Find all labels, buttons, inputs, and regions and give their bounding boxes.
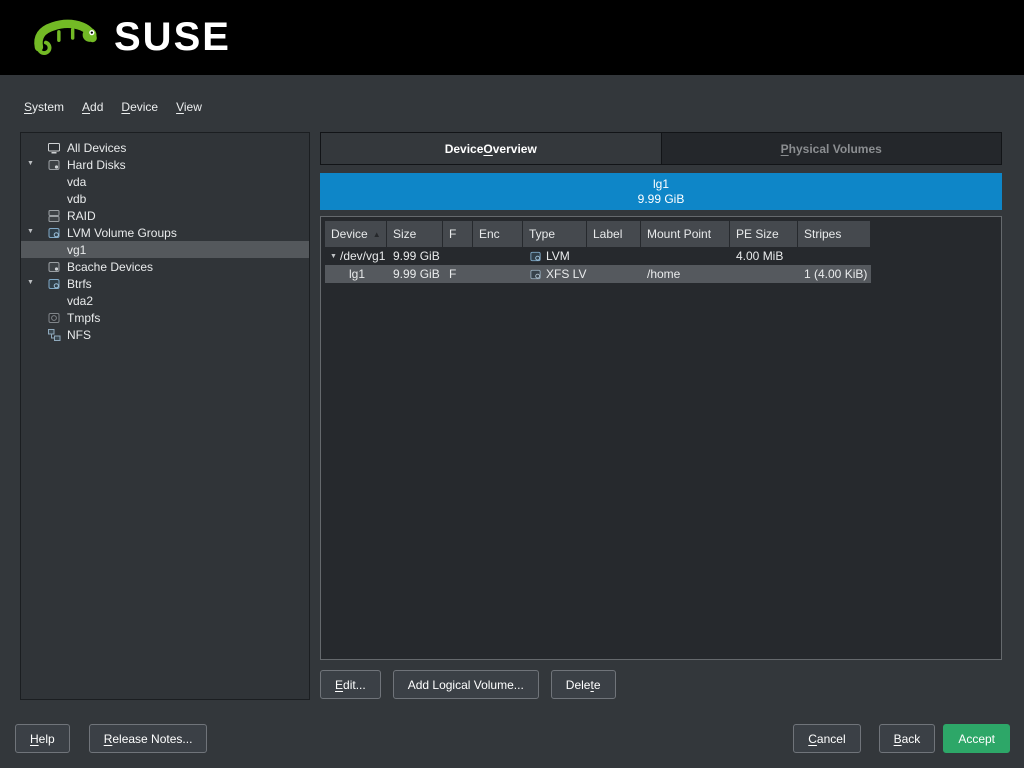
back-button[interactable]: Back: [879, 724, 936, 753]
sidebar-item-all-devices[interactable]: All Devices: [21, 139, 309, 156]
release-notes-button[interactable]: Release Notes...: [89, 724, 208, 753]
collapse-expander-icon[interactable]: ▼: [27, 156, 47, 173]
sidebar-item-raid[interactable]: RAID: [21, 207, 309, 224]
cell-stripes: 1 (4.00 KiB): [804, 267, 867, 281]
cancel-button[interactable]: Cancel: [793, 724, 860, 753]
tree-label: LVM Volume Groups: [67, 226, 177, 240]
col-header-label: Mount Point: [647, 227, 711, 241]
sidebar-item-tmpfs[interactable]: Tmpfs: [21, 309, 309, 326]
tab-device-overview[interactable]: Device Overview: [321, 133, 662, 164]
col-header-size[interactable]: Size: [387, 221, 443, 247]
footer-left: Help Release Notes...: [15, 724, 207, 753]
tree-label: vda2: [67, 294, 93, 308]
tree-label: vda: [67, 175, 86, 189]
cell-device: lg1: [349, 267, 365, 281]
col-header-stripes[interactable]: Stripes: [798, 221, 871, 247]
sidebar-item-nfs[interactable]: NFS: [21, 326, 309, 343]
menu-device[interactable]: Device: [119, 98, 160, 116]
tree-label: Tmpfs: [67, 311, 100, 325]
menu-add[interactable]: Add: [80, 98, 105, 116]
device-table-panel: Device ▲ Size F Enc Type Label Mount Poi…: [320, 216, 1002, 660]
brand-header: SUSE: [0, 0, 1024, 75]
collapse-expander-icon[interactable]: ▼: [27, 275, 47, 292]
tab-bar: Device Overview Physical Volumes: [320, 132, 1002, 165]
col-header-enc[interactable]: Enc: [473, 221, 523, 247]
tree-label: NFS: [67, 328, 91, 342]
col-header-label: Enc: [479, 227, 500, 241]
banner-device-name: lg1: [653, 177, 669, 192]
col-header-label: PE Size: [736, 227, 779, 241]
tab-physical-volumes[interactable]: Physical Volumes: [662, 133, 1002, 164]
col-header-label: F: [449, 227, 456, 241]
table-row-dev-vg1[interactable]: ▼ /dev/vg1 9.99 GiB LVM 4.00 MiB: [325, 247, 871, 265]
accept-button[interactable]: Accept: [943, 724, 1010, 753]
sidebar-item-vda2[interactable]: vda2: [21, 292, 309, 309]
footer-right: Cancel Back Accept: [793, 724, 1010, 753]
lvm-icon: [529, 250, 542, 263]
col-header-label: Size: [393, 227, 416, 241]
cell-mount-point: /home: [647, 267, 680, 281]
add-logical-volume-button[interactable]: Add Logical Volume...: [393, 670, 539, 699]
sort-ascending-icon: ▲: [373, 230, 381, 239]
tree-label: vdb: [67, 192, 86, 206]
menubar: System Add Device View: [22, 98, 204, 116]
device-banner: lg1 9.99 GiB: [320, 173, 1002, 210]
banner-device-size: 9.99 GiB: [638, 192, 685, 207]
sidebar-item-hard-disks[interactable]: ▼ Hard Disks: [21, 156, 309, 173]
tree-label: RAID: [67, 209, 96, 223]
cell-pe-size: 4.00 MiB: [736, 249, 783, 263]
help-button[interactable]: Help: [15, 724, 70, 753]
tree-label: Hard Disks: [67, 158, 126, 172]
sidebar-item-vdb[interactable]: vdb: [21, 190, 309, 207]
btrfs-icon: [47, 277, 67, 291]
lvm-icon: [47, 226, 67, 240]
row-expander-icon[interactable]: ▼: [327, 253, 340, 260]
tree-label: Bcache Devices: [67, 260, 153, 274]
table-row-lg1[interactable]: lg1 9.99 GiB F XFS LV /home 1 (4.00 KiB): [325, 265, 871, 283]
edit-button[interactable]: Edit...: [320, 670, 381, 699]
tree-label: Btrfs: [67, 277, 92, 291]
menu-view[interactable]: View: [174, 98, 204, 116]
menu-system[interactable]: System: [22, 98, 66, 116]
tmpfs-icon: [47, 311, 67, 325]
collapse-expander-icon[interactable]: ▼: [27, 224, 47, 241]
raid-icon: [47, 209, 67, 223]
xfs-lv-icon: [529, 268, 542, 281]
sidebar-item-bcache-devices[interactable]: Bcache Devices: [21, 258, 309, 275]
col-header-device[interactable]: Device ▲: [325, 221, 387, 247]
cell-device: /dev/vg1: [340, 249, 385, 263]
col-header-pe-size[interactable]: PE Size: [730, 221, 798, 247]
nfs-icon: [47, 328, 67, 342]
device-tree-panel: All Devices ▼ Hard Disks vda vdb RAID ▼ …: [20, 132, 310, 700]
bcache-icon: [47, 260, 67, 274]
cell-f: F: [449, 267, 456, 281]
sidebar-item-vda[interactable]: vda: [21, 173, 309, 190]
cell-type: LVM: [546, 249, 570, 263]
computer-icon: [47, 141, 67, 155]
delete-button[interactable]: Delete: [551, 670, 616, 699]
col-header-mount-point[interactable]: Mount Point: [641, 221, 730, 247]
cell-size: 9.99 GiB: [393, 249, 440, 263]
sidebar-item-vg1[interactable]: vg1: [21, 241, 309, 258]
brand-wordmark: SUSE: [114, 15, 231, 60]
cell-type: XFS LV: [546, 267, 586, 281]
table-actions: Edit... Add Logical Volume... Delete: [320, 670, 616, 699]
tree-label: All Devices: [67, 141, 126, 155]
col-header-type[interactable]: Type: [523, 221, 587, 247]
suse-logo-chameleon: [28, 15, 102, 61]
col-header-label: Stripes: [804, 227, 841, 241]
col-header-label: Device: [331, 227, 368, 241]
disk-icon: [47, 158, 67, 172]
table-header: Device ▲ Size F Enc Type Label Mount Poi…: [325, 221, 871, 247]
col-header-label: Type: [529, 227, 555, 241]
sidebar-item-lvm-volume-groups[interactable]: ▼ LVM Volume Groups: [21, 224, 309, 241]
cell-size: 9.99 GiB: [393, 267, 440, 281]
col-header-label: Label: [593, 227, 622, 241]
col-header-f[interactable]: F: [443, 221, 473, 247]
col-header-label-col[interactable]: Label: [587, 221, 641, 247]
sidebar-item-btrfs[interactable]: ▼ Btrfs: [21, 275, 309, 292]
tree-label: vg1: [67, 243, 86, 257]
